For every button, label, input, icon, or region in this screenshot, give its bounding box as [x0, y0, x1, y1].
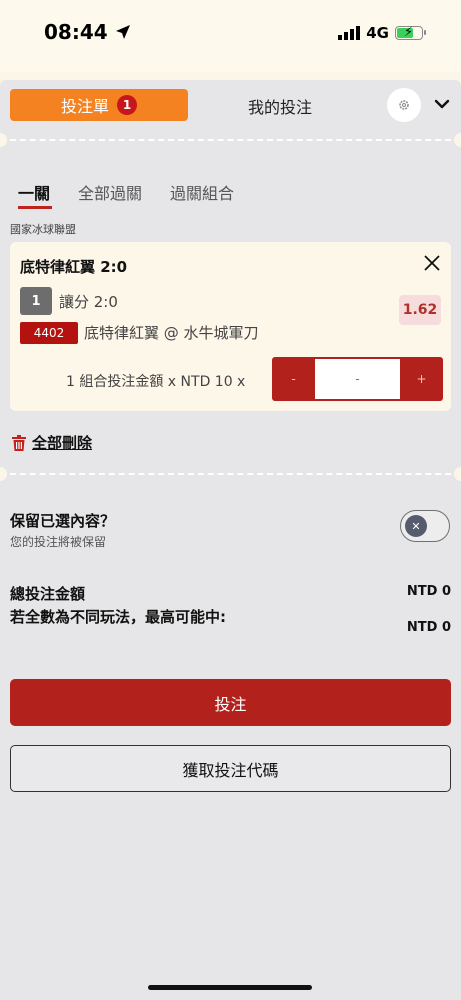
total-stake-label: 總投注金額: [10, 585, 86, 603]
total-stake-value: NTD 0: [406, 584, 451, 599]
max-win-value: NTD 0: [406, 620, 451, 635]
bet-count-badge: 1: [117, 95, 137, 115]
trash-icon: [12, 434, 26, 451]
selection-number: 1: [20, 287, 52, 315]
signal-bars-icon: [338, 26, 361, 40]
stake-decrease-button[interactable]: -: [272, 357, 315, 401]
league-name: 國家冰球聯盟: [10, 223, 76, 236]
bet-slip-panel: 投注單 1 我的投注 一關 全部過關 過關組合 國家冰球聯盟 底特律紅翼 2:0…: [0, 80, 461, 1000]
retain-subtitle: 您的投注將被保留: [10, 535, 107, 549]
bet-slip-tabbar: 投注單 1 我的投注: [0, 80, 461, 130]
delete-all-button[interactable]: 全部刪除: [12, 432, 92, 453]
battery-icon: ⚡: [395, 25, 426, 40]
status-indicators: 4G ⚡: [338, 24, 426, 42]
gear-icon: [399, 100, 409, 110]
selection-card: 底特律紅翼 2:0 1 讓分 2:0 1.62 4402 底特律紅翼 @ 水牛城…: [10, 242, 451, 411]
place-bet-button[interactable]: 投注: [10, 679, 451, 726]
chevron-down-icon[interactable]: [432, 94, 452, 114]
stake-increase-button[interactable]: +: [400, 357, 443, 401]
retain-toggle[interactable]: ✕: [400, 510, 450, 542]
stake-stepper: - +: [272, 357, 443, 401]
ticket-notch: [454, 133, 461, 147]
status-bar: 08:44 4G ⚡: [0, 0, 461, 72]
bet-type-tabs: 一關 全部過關 過關組合: [18, 180, 234, 204]
tab-bet-slip-label: 投注單: [60, 97, 109, 116]
ticket-notch: [0, 133, 7, 147]
selection-title: 底特律紅翼 2:0: [20, 258, 128, 276]
settings-button[interactable]: [387, 88, 421, 122]
event-name: 底特律紅翼 @ 水牛城軍刀: [84, 324, 259, 342]
toggle-off-icon: ✕: [405, 515, 427, 537]
tab-all-parlay[interactable]: 全部過關: [78, 180, 142, 204]
status-time: 08:44: [44, 20, 132, 44]
network-type: 4G: [366, 24, 389, 42]
delete-all-label: 全部刪除: [32, 434, 93, 452]
divider: [0, 139, 461, 141]
stake-label: 1 組合投注金額 x NTD 10 x: [66, 374, 246, 390]
tab-parlay-combo[interactable]: 過關組合: [170, 180, 234, 204]
tab-bet-slip[interactable]: 投注單 1: [10, 89, 188, 121]
tab-single[interactable]: 一關: [18, 180, 50, 204]
ticket-notch: [454, 467, 461, 481]
event-code: 4402: [20, 322, 78, 344]
max-win-label: 若全數為不同玩法，最高可能中:: [10, 608, 227, 626]
home-indicator[interactable]: [148, 985, 312, 990]
retain-title: 保留已選內容？: [10, 512, 116, 530]
location-arrow-icon: [115, 25, 130, 39]
odds-badge: 1.62: [399, 295, 441, 325]
stake-input[interactable]: [315, 359, 400, 399]
divider: [0, 473, 461, 475]
tab-my-bets[interactable]: 我的投注: [200, 94, 360, 118]
ticket-notch: [0, 467, 7, 481]
close-icon[interactable]: [423, 254, 441, 272]
clock-text: 08:44: [44, 20, 108, 44]
charging-bolt-icon: ⚡: [404, 25, 414, 40]
get-bet-code-button[interactable]: 獲取投注代碼: [10, 745, 451, 792]
selection-market: 讓分 2:0: [59, 293, 118, 311]
active-tab-indicator: [18, 206, 52, 209]
